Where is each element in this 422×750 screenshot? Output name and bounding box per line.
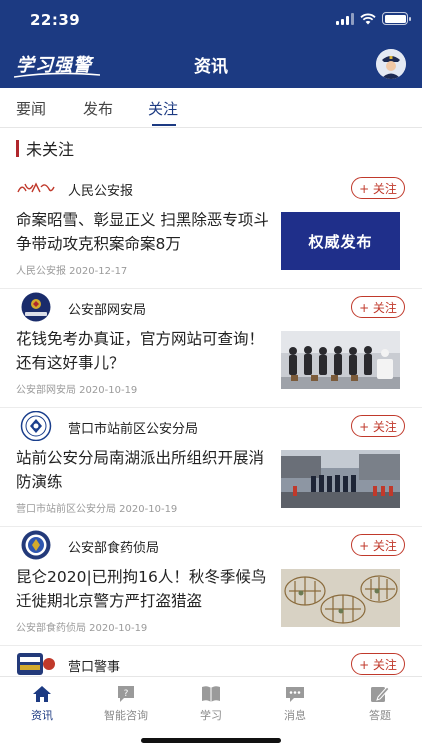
nav-label: 答题	[369, 709, 391, 722]
message-icon	[286, 687, 304, 702]
battery-icon	[382, 12, 411, 25]
source-logo	[16, 411, 56, 441]
edit-icon	[371, 686, 390, 702]
people-lineup-photo	[281, 331, 400, 389]
home-indicator	[141, 738, 281, 743]
news-feed: 人民公安报 + 关注 命案昭雪、彰显正义 扫黑除恶专项斗争带动攻克积案命案8万 …	[0, 170, 422, 676]
people-police-daily-logo-icon	[17, 182, 55, 193]
news-headline[interactable]: 命案昭雪、彰显正义 扫黑除恶专项斗争带动攻克积案命案8万	[16, 208, 274, 256]
food-drug-police-badge-icon	[21, 530, 51, 560]
active-tab-indicator	[152, 124, 176, 126]
feed-item[interactable]: 营口警事 + 关注	[0, 646, 422, 676]
feed-item[interactable]: 营口市站前区公安分局 + 关注 站前公安分局南湖派出所组织开展消防演练 营口市站…	[0, 408, 422, 527]
svg-text:?: ?	[124, 689, 129, 699]
bird-cages-photo	[281, 569, 400, 627]
nav-label: 资讯	[31, 709, 53, 722]
news-thumbnail[interactable]: 权威发布	[281, 212, 400, 270]
source-logo	[16, 174, 56, 202]
section-accent-bar	[16, 139, 19, 157]
news-thumbnail[interactable]	[281, 331, 400, 389]
source-name: 公安部食药侦局	[68, 541, 160, 556]
nav-item-study[interactable]: 学习	[176, 685, 246, 723]
book-icon	[202, 686, 220, 702]
signal-icon	[336, 12, 354, 25]
yingkou-police-logo-icon	[17, 653, 55, 675]
source-name: 营口警事	[68, 660, 121, 675]
avatar[interactable]	[376, 49, 406, 79]
tab-following[interactable]: 关注	[148, 98, 178, 119]
tab-publish[interactable]: 发布	[83, 98, 113, 119]
follow-button[interactable]: + 关注	[351, 177, 405, 199]
feed-item[interactable]: 人民公安报 + 关注 命案昭雪、彰显正义 扫黑除恶专项斗争带动攻克积案命案8万 …	[0, 170, 422, 289]
news-thumbnail[interactable]	[281, 569, 400, 627]
nav-label: 智能咨询	[104, 709, 148, 722]
follow-button[interactable]: + 关注	[351, 415, 405, 437]
source-name: 人民公安报	[68, 184, 134, 199]
source-logo	[16, 530, 56, 560]
nav-item-news[interactable]: 资讯	[7, 685, 77, 723]
app-header: 22:39 学习强警 资讯	[0, 0, 422, 88]
fire-drill-photo	[281, 450, 400, 508]
section-title: 未关注	[26, 140, 75, 159]
police-avatar-icon	[376, 49, 406, 79]
news-headline[interactable]: 花钱免考办真证，官方网站可查询！还有这好事儿？	[16, 327, 274, 375]
source-name: 营口市站前区公安分局	[68, 422, 199, 437]
nav-label: 学习	[200, 709, 222, 722]
news-meta: 公安部网安局 2020-10-19	[16, 385, 138, 396]
follow-button[interactable]: + 关注	[351, 653, 405, 675]
follow-button[interactable]: + 关注	[351, 296, 405, 318]
source-name: 公安部网安局	[68, 303, 147, 318]
status-icons	[336, 12, 411, 25]
news-thumbnail[interactable]	[281, 450, 400, 508]
news-meta: 公安部食药侦局 2020-10-19	[16, 623, 148, 634]
feed-item[interactable]: 公安部食药侦局 + 关注 昆仑2020|已刑拘16人！秋冬季候鸟迁徙期北京警方严…	[0, 527, 422, 646]
news-headline[interactable]: 站前公安分局南湖派出所组织开展消防演练	[16, 446, 274, 494]
chat-question-icon: ?	[118, 686, 134, 702]
news-headline[interactable]: 昆仑2020|已刑拘16人！秋冬季候鸟迁徙期北京警方严打盗猎盗	[16, 565, 274, 613]
section-header: 未关注	[16, 138, 75, 159]
thumbnail-banner-text: 权威发布	[281, 212, 400, 270]
status-time: 22:39	[30, 11, 81, 29]
news-tabs: 要闻 发布 关注	[0, 88, 422, 128]
feed-item[interactable]: 公安部网安局 + 关注 花钱免考办真证，官方网站可查询！还有这好事儿？ 公安部网…	[0, 289, 422, 408]
tab-headlines[interactable]: 要闻	[16, 98, 46, 119]
nav-item-quiz[interactable]: 答题	[345, 685, 415, 723]
source-logo	[16, 292, 56, 322]
home-icon	[33, 686, 51, 702]
nav-item-smart-consult[interactable]: ? 智能咨询	[91, 685, 161, 723]
source-logo	[16, 650, 56, 676]
nav-label: 消息	[284, 709, 306, 722]
police-emblem-icon	[20, 411, 52, 441]
nav-item-messages[interactable]: 消息	[260, 685, 330, 723]
page-title: 资讯	[194, 57, 228, 77]
news-meta: 营口市站前区公安分局 2020-10-19	[16, 504, 178, 515]
news-meta: 人民公安报 2020-12-17	[16, 266, 128, 277]
wifi-icon	[360, 13, 376, 24]
cyber-security-badge-icon	[21, 292, 51, 322]
follow-button[interactable]: + 关注	[351, 534, 405, 556]
